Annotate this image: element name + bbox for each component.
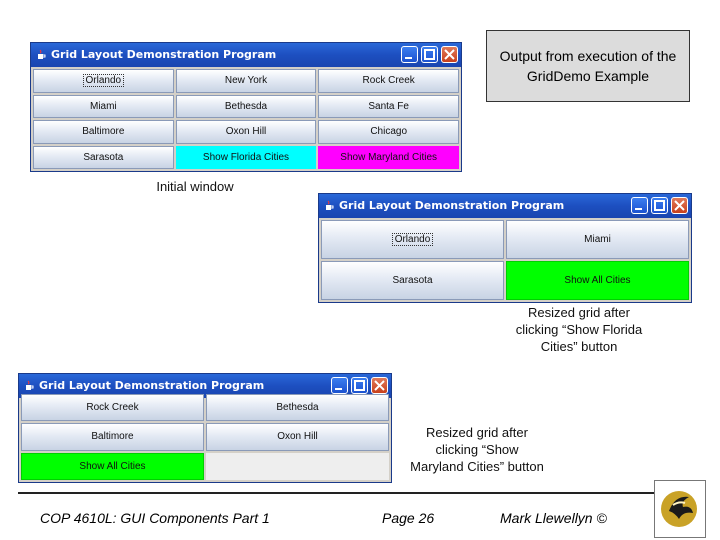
florida-window: Grid Layout Demonstration Program Orland… — [318, 193, 692, 303]
minimize-button[interactable] — [631, 197, 648, 214]
bethesda-button[interactable]: Bethesda — [175, 94, 317, 118]
minimize-button[interactable] — [331, 377, 348, 394]
maximize-icon — [654, 200, 665, 211]
minimize-icon — [635, 208, 642, 210]
close-button[interactable] — [671, 197, 688, 214]
show-all-cities-button[interactable]: Show All Cities — [21, 452, 204, 480]
sarasota-button[interactable]: Sarasota — [33, 145, 174, 169]
button-grid: Orlando Miami Sarasota Show All Cities — [321, 220, 689, 300]
course-title: COP 4610L: GUI Components Part 1 — [40, 510, 270, 526]
oxon-hill-button[interactable]: Oxon Hill — [175, 120, 317, 144]
caption-initial: Initial window — [156, 179, 234, 194]
close-button[interactable] — [441, 46, 458, 63]
slide-footer: COP 4610L: GUI Components Part 1 Page 26… — [18, 492, 664, 540]
close-icon — [444, 49, 455, 60]
initial-window: Grid Layout Demonstration Program Orland… — [30, 42, 462, 172]
close-icon — [374, 380, 385, 391]
pegasus-icon — [661, 491, 697, 527]
show-florida-cities-button[interactable]: Show Florida Cities — [175, 145, 317, 169]
button-grid: Orlando New York Rock Creek Miami Bethes… — [33, 69, 459, 169]
oxon-hill-button[interactable]: Oxon Hill — [206, 423, 389, 451]
maximize-icon — [354, 380, 365, 391]
orlando-button[interactable]: Orlando — [33, 69, 174, 93]
maximize-button[interactable] — [351, 377, 368, 394]
caption-florida: Resized grid after clicking “Show Florid… — [515, 305, 643, 354]
info-box: Output from execution of the GridDemo Ex… — [486, 30, 690, 102]
minimize-button[interactable] — [401, 46, 418, 63]
empty-grid-cell — [206, 452, 389, 480]
baltimore-button[interactable]: Baltimore — [33, 120, 174, 144]
button-grid: Rock Creek Bethesda Baltimore Oxon Hill … — [21, 394, 389, 480]
page-number: Page 26 — [382, 510, 435, 526]
minimize-icon — [405, 57, 412, 59]
show-all-cities-button[interactable]: Show All Cities — [506, 261, 689, 300]
ucf-pegasus-logo — [654, 480, 706, 538]
show-maryland-cities-button[interactable]: Show Maryland Cities — [318, 145, 459, 169]
maximize-button[interactable] — [651, 197, 668, 214]
java-cup-icon — [26, 380, 34, 390]
title-bar[interactable]: Grid Layout Demonstration Program — [319, 194, 691, 218]
java-cup-icon — [38, 49, 46, 59]
close-button[interactable] — [371, 377, 388, 394]
santa-fe-button[interactable]: Santa Fe — [318, 94, 459, 118]
close-icon — [674, 200, 685, 211]
new-york-button[interactable]: New York — [175, 69, 317, 93]
window-title: Grid Layout Demonstration Program — [339, 199, 565, 212]
maryland-window: Grid Layout Demonstration Program Rock C… — [18, 373, 392, 483]
window-title: Grid Layout Demonstration Program — [51, 48, 277, 61]
bethesda-button[interactable]: Bethesda — [206, 394, 389, 422]
maximize-icon — [424, 49, 435, 60]
orlando-button[interactable]: Orlando — [321, 220, 504, 259]
miami-button[interactable]: Miami — [506, 220, 689, 259]
author: Mark Llewellyn © — [500, 510, 607, 526]
chicago-button[interactable]: Chicago — [318, 120, 459, 144]
rock-creek-button[interactable]: Rock Creek — [21, 394, 204, 422]
java-cup-icon — [326, 200, 334, 210]
sarasota-button[interactable]: Sarasota — [321, 261, 504, 300]
maximize-button[interactable] — [421, 46, 438, 63]
window-title: Grid Layout Demonstration Program — [39, 379, 265, 392]
baltimore-button[interactable]: Baltimore — [21, 423, 204, 451]
rock-creek-button[interactable]: Rock Creek — [318, 69, 459, 93]
caption-maryland: Resized grid after clicking “Show Maryla… — [410, 425, 544, 474]
miami-button[interactable]: Miami — [33, 94, 174, 118]
title-bar[interactable]: Grid Layout Demonstration Program — [31, 43, 461, 67]
minimize-icon — [335, 388, 342, 390]
